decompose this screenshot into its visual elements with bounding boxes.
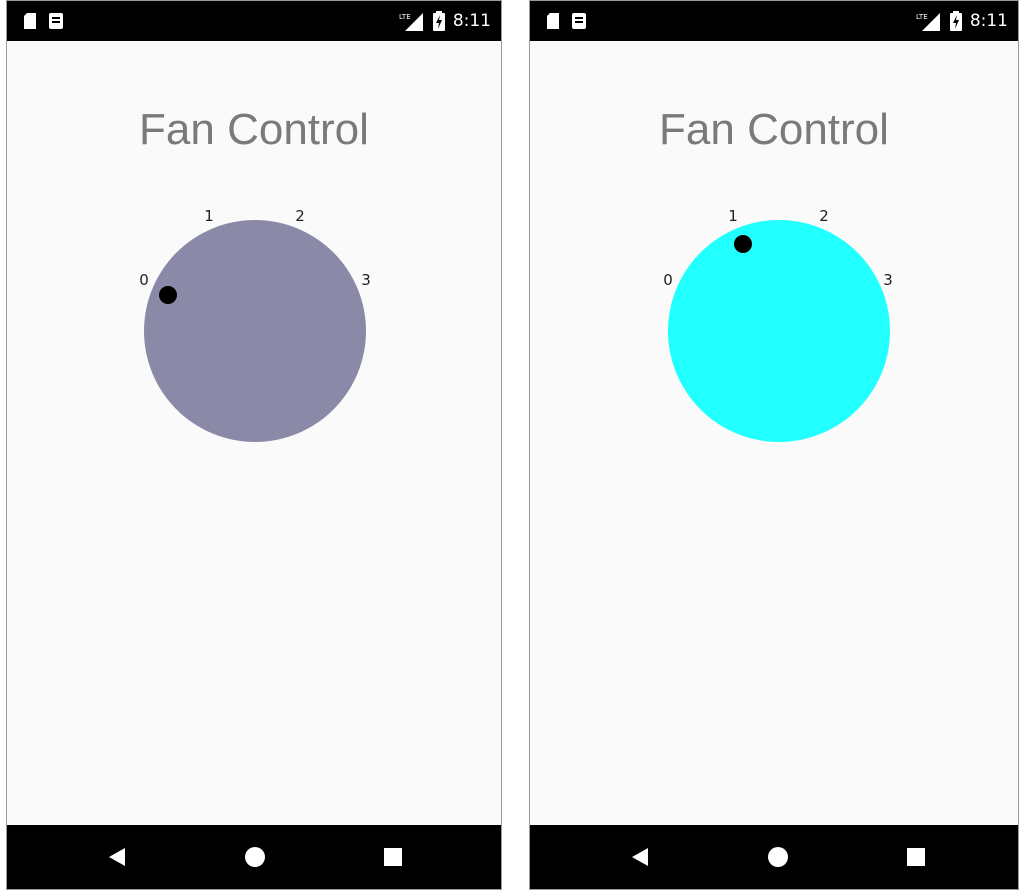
svg-text:LTE: LTE [916,13,928,21]
lte-signal-icon: LTE [399,13,423,31]
back-icon [632,848,648,866]
status-bar: LTE 8:11 [530,1,1018,41]
fan-dial-knob[interactable] [668,220,890,442]
navigation-bar [7,825,501,889]
back-button[interactable] [87,825,147,889]
tick-label-1: 1 [204,207,214,225]
tick-label-0: 0 [139,271,149,289]
dial-indicator-dot [734,235,752,253]
fan-dial[interactable]: 0 1 2 3 [7,191,501,471]
home-button[interactable] [225,825,285,889]
battery-charging-icon [432,11,445,31]
phone-screen-right: LTE 8:11 Fan Control 0 1 2 3 [529,0,1019,890]
status-bar: LTE 8:11 [7,1,501,41]
sd-card-icon [547,13,559,29]
tick-label-2: 2 [819,207,829,225]
tick-label-3: 3 [883,271,893,289]
recents-icon [907,848,925,866]
phone-screen-left: LTE 8:11 Fan Control 0 1 2 3 [6,0,502,890]
dial-indicator-dot [159,286,177,304]
tick-label-3: 3 [361,271,371,289]
navigation-bar [530,825,1018,889]
sd-card-icon [24,13,36,29]
tick-label-1: 1 [728,207,738,225]
status-time: 8:11 [452,11,491,31]
back-icon [109,848,125,866]
notification-icon [572,13,586,29]
battery-charging-icon [949,11,962,31]
status-time: 8:11 [969,11,1008,31]
recents-button[interactable] [886,825,946,889]
tick-label-0: 0 [663,271,673,289]
fan-dial[interactable]: 0 1 2 3 [530,191,1018,471]
recents-button[interactable] [363,825,423,889]
svg-text:LTE: LTE [399,13,411,21]
lte-signal-icon: LTE [916,13,940,31]
notification-icon [49,13,63,29]
page-title: Fan Control [659,105,889,154]
page-title: Fan Control [139,105,369,154]
fan-dial-knob[interactable] [144,220,366,442]
home-button[interactable] [748,825,808,889]
tick-label-2: 2 [295,207,305,225]
back-button[interactable] [610,825,670,889]
home-icon [245,847,265,867]
recents-icon [384,848,402,866]
home-icon [768,847,788,867]
